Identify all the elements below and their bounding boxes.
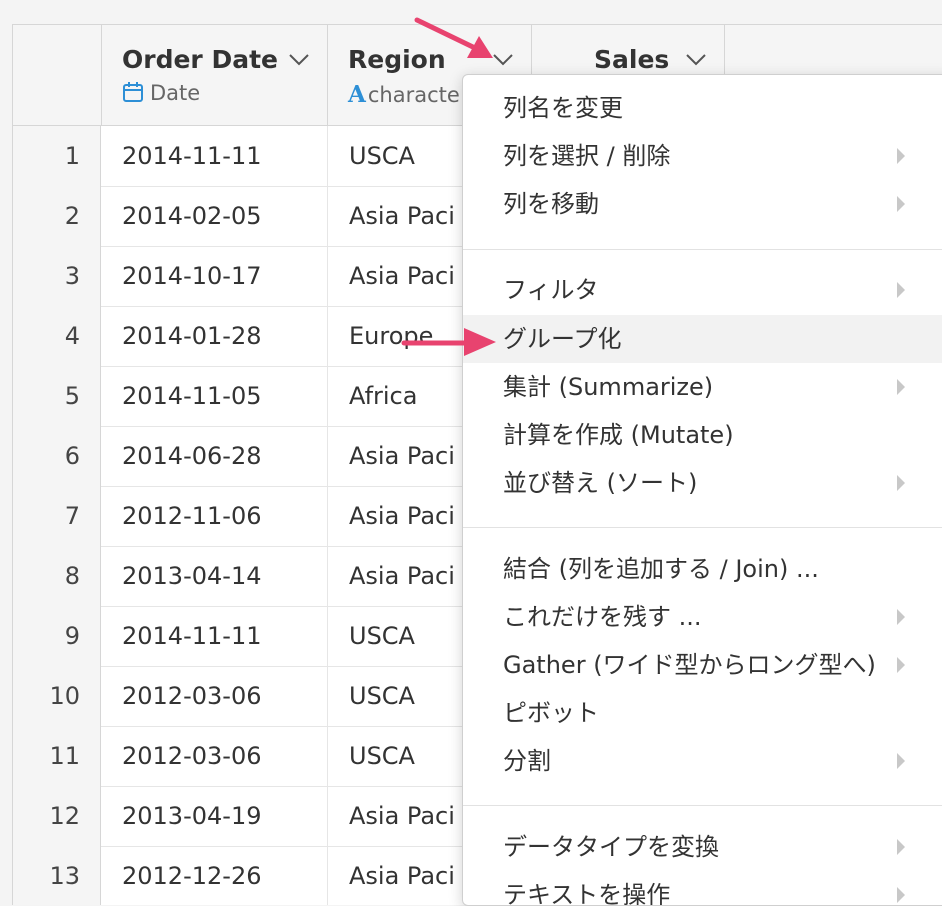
menu-item-rename-column[interactable]: 列名を変更 xyxy=(463,84,942,132)
menu-item-gather[interactable]: Gather (ワイド型からロング型へ) xyxy=(463,641,942,689)
menu-item-label: ピボット xyxy=(503,699,599,727)
character-type-icon: A xyxy=(348,81,366,108)
menu-item-label: 並び替え (ソート) xyxy=(503,469,698,497)
chevron-down-icon[interactable] xyxy=(492,53,514,67)
menu-divider xyxy=(463,805,942,806)
menu-divider xyxy=(463,527,942,528)
cell-order-date[interactable]: 2012-12-26 xyxy=(102,846,328,905)
submenu-arrow-icon xyxy=(897,196,905,212)
menu-item-label: 結合 (列を追加する / Join) ... xyxy=(503,555,819,583)
menu-item-filter[interactable]: フィルタ xyxy=(463,266,942,314)
menu-item-label: 集計 (Summarize) xyxy=(503,373,714,401)
menu-item-label: データタイプを変換 xyxy=(503,833,719,861)
cell-order-date[interactable]: 2013-04-14 xyxy=(102,546,328,606)
cell-order-date[interactable]: 2012-11-06 xyxy=(102,486,328,546)
cell-order-date[interactable]: 2014-02-05 xyxy=(102,186,328,246)
row-number: 3 xyxy=(13,246,101,306)
column-type: Acharacte xyxy=(348,81,460,108)
column-name: Region xyxy=(348,45,446,74)
row-number: 6 xyxy=(13,426,101,486)
menu-item-summarize[interactable]: 集計 (Summarize) xyxy=(463,363,942,411)
cell-order-date[interactable]: 2013-04-19 xyxy=(102,786,328,846)
menu-item-label: Gather (ワイド型からロング型へ) xyxy=(503,651,876,679)
row-number: 4 xyxy=(13,306,101,366)
cell-order-date[interactable]: 2012-03-06 xyxy=(102,666,328,726)
column-type: Date xyxy=(122,81,200,105)
row-number: 2 xyxy=(13,186,101,246)
submenu-arrow-icon xyxy=(897,148,905,164)
menu-item-pivot[interactable]: ピボット xyxy=(463,689,942,737)
column-header-order-date[interactable]: Order Date Date xyxy=(102,25,328,125)
row-number: 13 xyxy=(13,846,101,905)
menu-divider xyxy=(463,249,942,250)
row-number: 12 xyxy=(13,786,101,846)
row-number: 11 xyxy=(13,726,101,786)
menu-item-mutate[interactable]: 計算を作成 (Mutate) xyxy=(463,411,942,459)
menu-item-label: 列を移動 xyxy=(503,190,599,218)
menu-item-convert-data-type[interactable]: データタイプを変換 xyxy=(463,823,942,871)
cell-order-date[interactable]: 2012-03-06 xyxy=(102,726,328,786)
cell-order-date[interactable]: 2014-11-05 xyxy=(102,366,328,426)
menu-item-select-remove-columns[interactable]: 列を選択 / 削除 xyxy=(463,132,942,180)
chevron-down-icon[interactable] xyxy=(288,53,310,67)
menu-item-label: 計算を作成 (Mutate) xyxy=(503,421,734,449)
chevron-down-icon[interactable] xyxy=(685,53,707,67)
row-number: 10 xyxy=(13,666,101,726)
menu-item-label: フィルタ xyxy=(503,276,599,304)
submenu-arrow-icon xyxy=(897,753,905,769)
menu-item-move-column[interactable]: 列を移動 xyxy=(463,180,942,228)
column-type-label: Date xyxy=(150,81,201,105)
cell-order-date[interactable]: 2014-10-17 xyxy=(102,246,328,306)
column-type-label: characte xyxy=(367,83,460,107)
menu-item-label: 列名を変更 xyxy=(503,94,623,122)
menu-item-label: テキストを操作 xyxy=(503,881,671,906)
cell-order-date[interactable]: 2014-11-11 xyxy=(102,606,328,666)
menu-item-group-by[interactable]: グループ化 xyxy=(463,315,942,363)
menu-item-sort[interactable]: 並び替え (ソート) xyxy=(463,459,942,507)
row-number: 8 xyxy=(13,546,101,606)
column-name: Sales xyxy=(594,45,670,74)
menu-item-label: 列を選択 / 削除 xyxy=(503,142,671,170)
menu-item-keep-only[interactable]: これだけを残す ... xyxy=(463,593,942,641)
column-context-menu: 列名を変更 列を選択 / 削除 列を移動 フィルタ グループ化 集計 (Summ… xyxy=(462,74,942,906)
menu-item-label: これだけを残す ... xyxy=(503,603,702,631)
calendar-icon xyxy=(123,82,143,102)
menu-item-label: 分割 xyxy=(503,747,551,775)
menu-item-join[interactable]: 結合 (列を追加する / Join) ... xyxy=(463,545,942,593)
cell-order-date[interactable]: 2014-06-28 xyxy=(102,426,328,486)
submenu-arrow-icon xyxy=(897,657,905,673)
cell-order-date[interactable]: 2014-11-11 xyxy=(102,126,328,186)
submenu-arrow-icon xyxy=(897,887,905,903)
row-number-header xyxy=(13,25,102,125)
row-number: 9 xyxy=(13,606,101,666)
submenu-arrow-icon xyxy=(897,282,905,298)
submenu-arrow-icon xyxy=(897,839,905,855)
row-number: 1 xyxy=(13,126,101,186)
menu-item-label: グループ化 xyxy=(503,325,622,353)
submenu-arrow-icon xyxy=(897,475,905,491)
menu-item-split[interactable]: 分割 xyxy=(463,737,942,785)
menu-item-text-operations[interactable]: テキストを操作 xyxy=(463,871,942,906)
submenu-arrow-icon xyxy=(897,609,905,625)
row-number: 5 xyxy=(13,366,101,426)
cell-order-date[interactable]: 2014-01-28 xyxy=(102,306,328,366)
submenu-arrow-icon xyxy=(897,379,905,395)
row-number: 7 xyxy=(13,486,101,546)
column-name: Order Date xyxy=(122,45,278,74)
